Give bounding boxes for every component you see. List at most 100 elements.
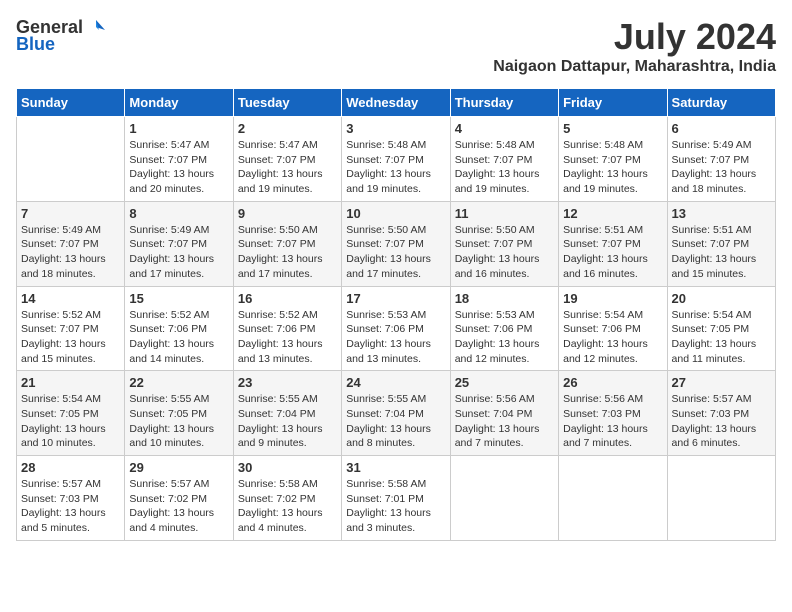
table-row: 7 Sunrise: 5:49 AMSunset: 7:07 PMDaylight… — [17, 201, 125, 286]
table-row: 1Sunrise: 5:47 AMSunset: 7:07 PMDaylight… — [125, 117, 233, 202]
calendar-week-row: 21 Sunrise: 5:54 AMSunset: 7:05 PMDayligh… — [17, 371, 776, 456]
day-info: Sunrise: 5:58 AMSunset: 7:02 PMDaylight:… — [238, 477, 337, 536]
header-row: Sunday Monday Tuesday Wednesday Thursday… — [17, 89, 776, 117]
table-row: 27 Sunrise: 5:57 AMSunset: 7:03 PMDayligh… — [667, 371, 775, 456]
day-number: 26 — [563, 375, 662, 390]
day-info: Sunrise: 5:49 AMSunset: 7:07 PMDaylight:… — [129, 223, 228, 282]
day-info: Sunrise: 5:48 AMSunset: 7:07 PMDaylight:… — [563, 138, 662, 197]
table-row: 19 Sunrise: 5:54 AMSunset: 7:06 PMDayligh… — [559, 286, 667, 371]
day-info: Sunrise: 5:54 AMSunset: 7:06 PMDaylight:… — [563, 308, 662, 367]
table-row: 26 Sunrise: 5:56 AMSunset: 7:03 PMDayligh… — [559, 371, 667, 456]
day-info: Sunrise: 5:52 AMSunset: 7:06 PMDaylight:… — [129, 308, 228, 367]
day-number: 29 — [129, 460, 228, 475]
table-row: 3Sunrise: 5:48 AMSunset: 7:07 PMDaylight… — [342, 117, 450, 202]
day-number: 10 — [346, 206, 445, 221]
table-row: 6 Sunrise: 5:49 AMSunset: 7:07 PMDaylight… — [667, 117, 775, 202]
month-title: July 2024 — [493, 16, 776, 58]
table-row: 25Sunrise: 5:56 AMSunset: 7:04 PMDayligh… — [450, 371, 558, 456]
day-number: 22 — [129, 375, 228, 390]
day-info: Sunrise: 5:49 AMSunset: 7:07 PMDaylight:… — [21, 223, 120, 282]
table-row: 10 Sunrise: 5:50 AMSunset: 7:07 PMDayligh… — [342, 201, 450, 286]
col-thursday: Thursday — [450, 89, 558, 117]
day-info: Sunrise: 5:48 AMSunset: 7:07 PMDaylight:… — [346, 138, 445, 197]
day-info: Sunrise: 5:54 AMSunset: 7:05 PMDaylight:… — [672, 308, 771, 367]
day-number: 31 — [346, 460, 445, 475]
day-info: Sunrise: 5:53 AMSunset: 7:06 PMDaylight:… — [346, 308, 445, 367]
day-number: 20 — [672, 291, 771, 306]
col-monday: Monday — [125, 89, 233, 117]
day-number: 14 — [21, 291, 120, 306]
table-row: 13 Sunrise: 5:51 AMSunset: 7:07 PMDayligh… — [667, 201, 775, 286]
day-number: 15 — [129, 291, 228, 306]
day-info: Sunrise: 5:52 AMSunset: 7:07 PMDaylight:… — [21, 308, 120, 367]
day-number: 8 — [129, 206, 228, 221]
day-number: 21 — [21, 375, 120, 390]
table-row — [17, 117, 125, 202]
day-number: 17 — [346, 291, 445, 306]
table-row: 4Sunrise: 5:48 AMSunset: 7:07 PMDaylight… — [450, 117, 558, 202]
day-number: 4 — [455, 121, 554, 136]
col-wednesday: Wednesday — [342, 89, 450, 117]
day-info: Sunrise: 5:50 AMSunset: 7:07 PMDaylight:… — [238, 223, 337, 282]
day-number: 7 — [21, 206, 120, 221]
day-info: Sunrise: 5:56 AMSunset: 7:03 PMDaylight:… — [563, 392, 662, 451]
col-tuesday: Tuesday — [233, 89, 341, 117]
table-row: 15 Sunrise: 5:52 AMSunset: 7:06 PMDayligh… — [125, 286, 233, 371]
table-row: 20 Sunrise: 5:54 AMSunset: 7:05 PMDayligh… — [667, 286, 775, 371]
day-info: Sunrise: 5:49 AMSunset: 7:07 PMDaylight:… — [672, 138, 771, 197]
table-row — [559, 456, 667, 541]
table-row: 29 Sunrise: 5:57 AMSunset: 7:02 PMDayligh… — [125, 456, 233, 541]
day-info: Sunrise: 5:55 AMSunset: 7:05 PMDaylight:… — [129, 392, 228, 451]
calendar-week-row: 7 Sunrise: 5:49 AMSunset: 7:07 PMDaylight… — [17, 201, 776, 286]
day-info: Sunrise: 5:51 AMSunset: 7:07 PMDaylight:… — [563, 223, 662, 282]
table-row: 8 Sunrise: 5:49 AMSunset: 7:07 PMDaylight… — [125, 201, 233, 286]
header: General Blue July 2024 Naigaon Dattapur,… — [16, 16, 776, 84]
table-row — [667, 456, 775, 541]
day-number: 18 — [455, 291, 554, 306]
calendar-week-row: 1Sunrise: 5:47 AMSunset: 7:07 PMDaylight… — [17, 117, 776, 202]
table-row: 23 Sunrise: 5:55 AMSunset: 7:04 PMDayligh… — [233, 371, 341, 456]
day-number: 2 — [238, 121, 337, 136]
day-info: Sunrise: 5:50 AMSunset: 7:07 PMDaylight:… — [455, 223, 554, 282]
logo: General Blue — [16, 16, 107, 55]
day-number: 11 — [455, 206, 554, 221]
table-row: 22 Sunrise: 5:55 AMSunset: 7:05 PMDayligh… — [125, 371, 233, 456]
day-info: Sunrise: 5:54 AMSunset: 7:05 PMDaylight:… — [21, 392, 120, 451]
day-info: Sunrise: 5:51 AMSunset: 7:07 PMDaylight:… — [672, 223, 771, 282]
table-row: 18 Sunrise: 5:53 AMSunset: 7:06 PMDayligh… — [450, 286, 558, 371]
day-number: 19 — [563, 291, 662, 306]
location-title: Naigaon Dattapur, Maharashtra, India — [493, 58, 776, 76]
col-saturday: Saturday — [667, 89, 775, 117]
day-info: Sunrise: 5:57 AMSunset: 7:02 PMDaylight:… — [129, 477, 228, 536]
day-info: Sunrise: 5:57 AMSunset: 7:03 PMDaylight:… — [672, 392, 771, 451]
day-number: 5 — [563, 121, 662, 136]
day-number: 13 — [672, 206, 771, 221]
table-row: 28Sunrise: 5:57 AMSunset: 7:03 PMDayligh… — [17, 456, 125, 541]
day-info: Sunrise: 5:55 AMSunset: 7:04 PMDaylight:… — [346, 392, 445, 451]
table-row: 11 Sunrise: 5:50 AMSunset: 7:07 PMDayligh… — [450, 201, 558, 286]
table-row: 12Sunrise: 5:51 AMSunset: 7:07 PMDayligh… — [559, 201, 667, 286]
day-number: 30 — [238, 460, 337, 475]
title-block: July 2024 Naigaon Dattapur, Maharashtra,… — [493, 16, 776, 84]
calendar-table: Sunday Monday Tuesday Wednesday Thursday… — [16, 88, 776, 541]
day-number: 16 — [238, 291, 337, 306]
table-row: 17 Sunrise: 5:53 AMSunset: 7:06 PMDayligh… — [342, 286, 450, 371]
day-info: Sunrise: 5:55 AMSunset: 7:04 PMDaylight:… — [238, 392, 337, 451]
table-row: 14 Sunrise: 5:52 AMSunset: 7:07 PMDayligh… — [17, 286, 125, 371]
table-row: 5 Sunrise: 5:48 AMSunset: 7:07 PMDaylight… — [559, 117, 667, 202]
calendar-week-row: 14 Sunrise: 5:52 AMSunset: 7:07 PMDayligh… — [17, 286, 776, 371]
day-info: Sunrise: 5:56 AMSunset: 7:04 PMDaylight:… — [455, 392, 554, 451]
table-row: 21 Sunrise: 5:54 AMSunset: 7:05 PMDayligh… — [17, 371, 125, 456]
day-number: 6 — [672, 121, 771, 136]
table-row — [450, 456, 558, 541]
day-number: 1 — [129, 121, 228, 136]
day-number: 27 — [672, 375, 771, 390]
table-row: 16Sunrise: 5:52 AMSunset: 7:06 PMDayligh… — [233, 286, 341, 371]
page-container: General Blue July 2024 Naigaon Dattapur,… — [16, 16, 776, 541]
day-number: 23 — [238, 375, 337, 390]
day-info: Sunrise: 5:50 AMSunset: 7:07 PMDaylight:… — [346, 223, 445, 282]
table-row: 2Sunrise: 5:47 AMSunset: 7:07 PMDaylight… — [233, 117, 341, 202]
day-info: Sunrise: 5:53 AMSunset: 7:06 PMDaylight:… — [455, 308, 554, 367]
calendar-week-row: 28Sunrise: 5:57 AMSunset: 7:03 PMDayligh… — [17, 456, 776, 541]
day-number: 28 — [21, 460, 120, 475]
